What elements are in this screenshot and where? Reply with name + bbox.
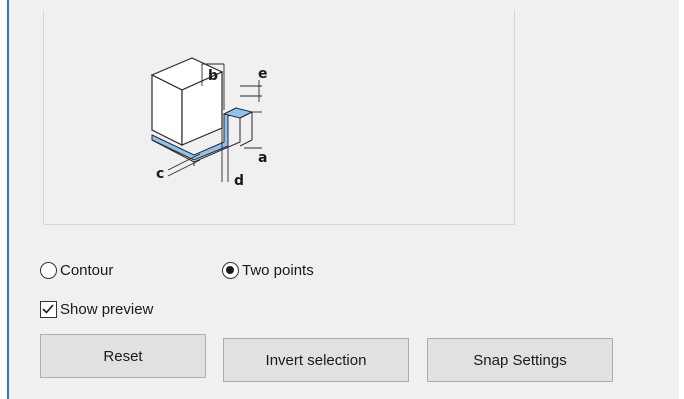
snap-settings-button[interactable]: Snap Settings bbox=[427, 338, 613, 382]
two-points-radio[interactable] bbox=[222, 262, 239, 279]
contour-radio[interactable] bbox=[40, 262, 57, 279]
reset-button[interactable]: Reset bbox=[40, 334, 206, 378]
snap-settings-button-label: Snap Settings bbox=[473, 351, 567, 369]
dimension-diagram: b e a d c bbox=[150, 57, 268, 189]
label-e: e bbox=[258, 66, 268, 82]
invert-selection-button-label: Invert selection bbox=[265, 351, 367, 369]
two-points-option[interactable]: Two points bbox=[222, 262, 314, 279]
label-a: a bbox=[258, 150, 267, 166]
left-frame bbox=[0, 0, 7, 399]
dialog-window: b e a d c Contour Two points Show previe… bbox=[0, 0, 684, 399]
preview-area: b e a d c bbox=[43, 10, 515, 225]
show-preview-checkbox[interactable] bbox=[40, 301, 57, 318]
label-d: d bbox=[234, 173, 244, 189]
checkmark-icon bbox=[42, 304, 54, 314]
two-points-label: Two points bbox=[242, 262, 314, 279]
right-frame bbox=[679, 0, 684, 399]
show-preview-option[interactable]: Show preview bbox=[40, 301, 153, 318]
reset-button-label: Reset bbox=[103, 347, 143, 365]
contour-label: Contour bbox=[60, 262, 114, 279]
label-c: c bbox=[156, 166, 164, 182]
contour-option[interactable]: Contour bbox=[40, 262, 113, 279]
label-b: b bbox=[208, 68, 218, 84]
invert-selection-button[interactable]: Invert selection bbox=[223, 338, 409, 382]
show-preview-label: Show preview bbox=[60, 301, 154, 318]
